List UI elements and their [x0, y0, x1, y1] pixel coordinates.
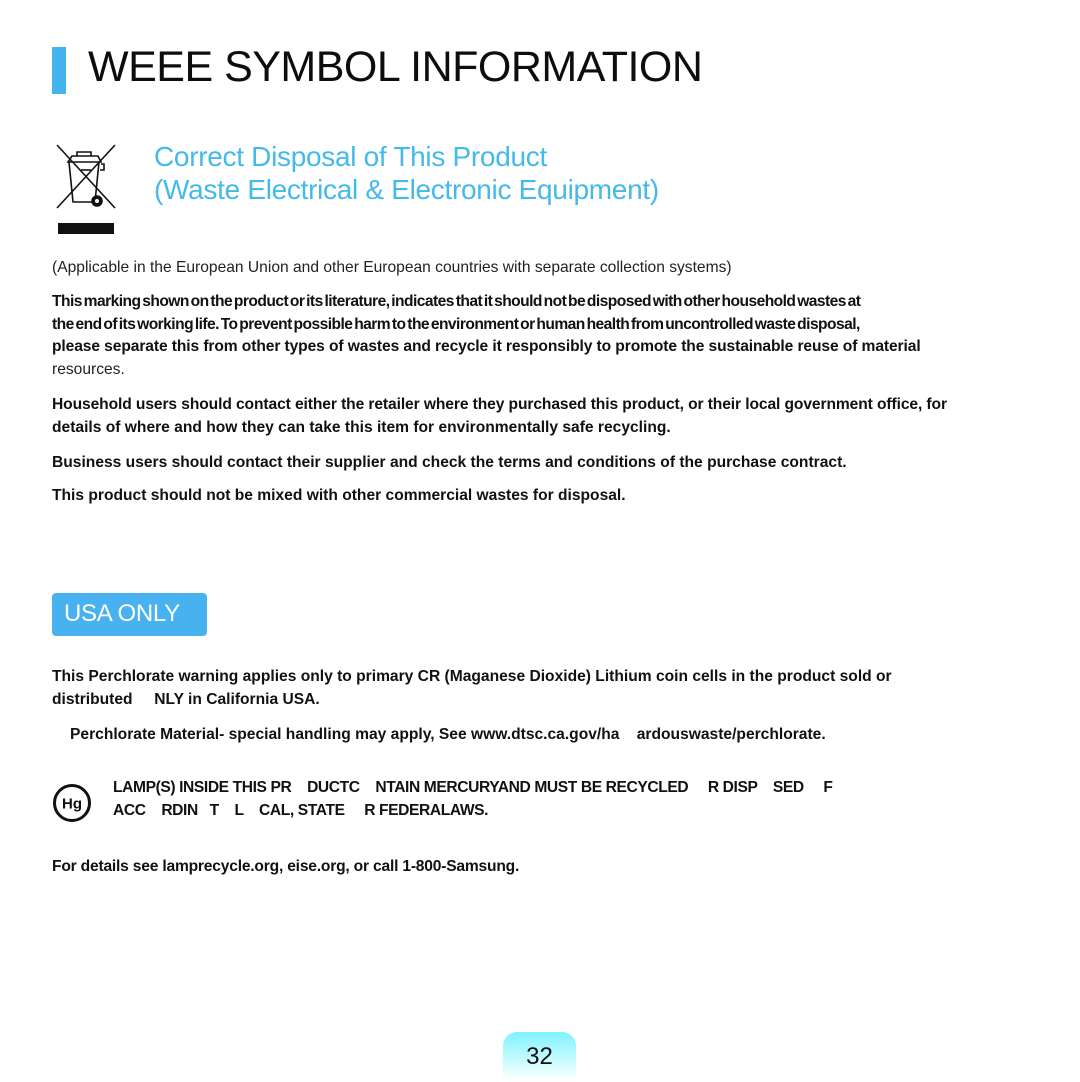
- hg-label: Hg: [62, 796, 82, 813]
- title-accent-bar: [52, 47, 66, 94]
- perchlorate-material: Perchlorate Material- special handling m…: [70, 726, 826, 743]
- paragraph-line: resources.: [52, 360, 125, 378]
- crossed-out-wheelie-bin-icon: [56, 144, 116, 234]
- paragraph-line: the end of its working life. To prevent …: [52, 315, 860, 333]
- paragraph-line: This marking shown on the product or its…: [52, 293, 861, 310]
- paragraph-line: distributed NLY in California USA.: [52, 690, 320, 708]
- subtitle-line: (Waste Electrical & Electronic Equipment…: [154, 174, 659, 205]
- business-paragraph: Business users should contact their supp…: [52, 454, 847, 471]
- mercury-warning: LAMP(S) INSIDE THIS PR DUCTC NTAIN MERCU…: [113, 777, 833, 822]
- paragraph-line: Household users should contact either th…: [52, 396, 947, 413]
- marking-paragraph: This marking shown on the product or its…: [52, 291, 921, 381]
- applicability-note: (Applicable in the European Union and ot…: [52, 259, 732, 276]
- paragraph-line: This Perchlorate warning applies only to…: [52, 668, 892, 685]
- paragraph-line: LAMP(S) INSIDE THIS PR DUCTC NTAIN MERCU…: [113, 779, 833, 796]
- weee-subtitle: Correct Disposal of This Product (Waste …: [154, 140, 659, 206]
- paragraph-line: details of where and how they can take t…: [52, 418, 671, 436]
- page-title: WEEE SYMBOL INFORMATION: [88, 43, 703, 91]
- details-line: For details see lamprecycle.org, eise.or…: [52, 858, 520, 875]
- paragraph-line: ACC RDIN T L CAL, STATE R FEDERALAWS.: [113, 801, 489, 819]
- mercury-hg-icon: Hg: [53, 784, 91, 822]
- paragraph-line: please separate this from other types of…: [52, 338, 921, 355]
- subtitle-line: Correct Disposal of This Product: [154, 141, 547, 172]
- usa-only-badge: USA ONLY: [52, 593, 207, 636]
- page-number: 32: [503, 1032, 576, 1080]
- commercial-paragraph: This product should not be mixed with ot…: [52, 487, 626, 504]
- household-paragraph: Household users should contact either th…: [52, 394, 947, 439]
- perchlorate-warning: This Perchlorate warning applies only to…: [52, 666, 892, 711]
